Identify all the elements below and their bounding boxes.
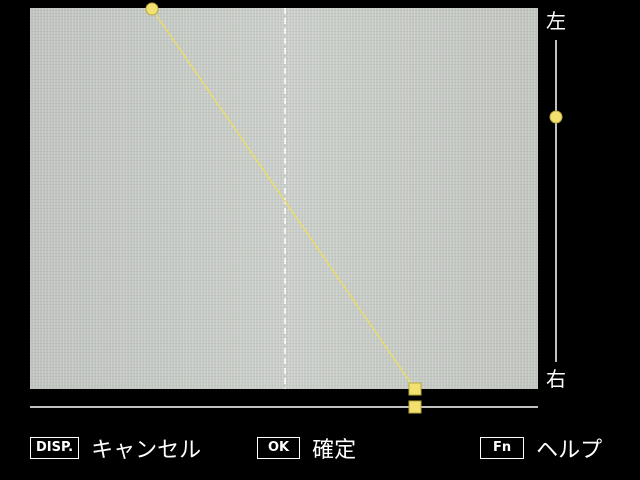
top-handle-icon[interactable]	[145, 2, 159, 16]
cancel-button[interactable]: DISP. キャンセル	[30, 432, 201, 464]
left-direction-label: 左	[546, 9, 566, 33]
ok-key-icon: OK	[257, 437, 301, 459]
help-button[interactable]: Fn ヘルプ	[480, 432, 602, 464]
correction-line	[151, 8, 416, 390]
confirm-label: 確定	[312, 438, 357, 463]
cancel-label: キャンセル	[91, 438, 202, 463]
right-direction-label: 右	[546, 367, 566, 391]
disp-key-icon: DISP.	[30, 437, 80, 459]
adjustment-overlay	[30, 2, 563, 414]
help-label: ヘルプ	[536, 438, 603, 463]
bottom-square-handle-icon[interactable]	[408, 382, 422, 396]
vertical-slider-handle-icon[interactable]	[549, 110, 563, 124]
confirm-button[interactable]: OK 確定	[257, 432, 356, 464]
horizontal-slider-handle-icon[interactable]	[408, 400, 422, 414]
fn-key-icon: Fn	[480, 437, 525, 459]
